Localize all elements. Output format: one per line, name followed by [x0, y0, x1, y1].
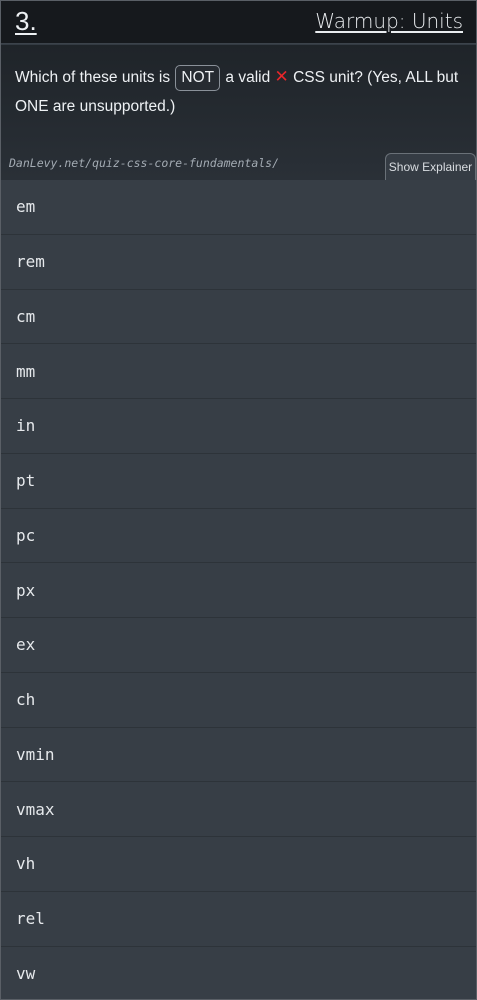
option-rem[interactable]: rem [1, 234, 476, 290]
option-rel[interactable]: rel [1, 891, 476, 947]
option-in[interactable]: in [1, 399, 476, 454]
not-highlight: NOT [175, 65, 221, 91]
option-vh[interactable]: vh [1, 837, 476, 892]
question-text-part2: a valid [221, 69, 275, 86]
quiz-card: 3. Warmup: Units Which of these units is… [0, 0, 477, 1000]
question-title-link[interactable]: Warmup: Units [315, 9, 463, 33]
option-ch[interactable]: ch [1, 672, 476, 728]
source-link[interactable]: DanLevy.net/quiz-css-core-fundamentals/ [9, 156, 279, 170]
option-pt[interactable]: pt [1, 453, 476, 509]
question-header: 3. Warmup: Units [1, 1, 476, 44]
show-explainer-button[interactable]: Show Explainer [385, 153, 476, 180]
option-vmax[interactable]: vmax [1, 782, 476, 837]
option-em[interactable]: em [1, 180, 476, 235]
question-area: Which of these units is NOT a valid ✕ CS… [1, 45, 476, 180]
answer-options: em rem cm mm in pt pc px ex ch vmin vmax… [1, 180, 476, 999]
option-mm[interactable]: mm [1, 344, 476, 399]
red-cross-icon: ✕ [274, 67, 289, 87]
question-text-part1: Which of these units is [15, 69, 175, 86]
question-text: Which of these units is NOT a valid ✕ CS… [15, 63, 463, 121]
option-px[interactable]: px [1, 563, 476, 618]
option-vmin[interactable]: vmin [1, 727, 476, 783]
option-ex[interactable]: ex [1, 618, 476, 673]
option-cm[interactable]: cm [1, 289, 476, 345]
question-number-link[interactable]: 3. [15, 6, 37, 37]
option-pc[interactable]: pc [1, 508, 476, 564]
option-vw[interactable]: vw [1, 946, 476, 999]
